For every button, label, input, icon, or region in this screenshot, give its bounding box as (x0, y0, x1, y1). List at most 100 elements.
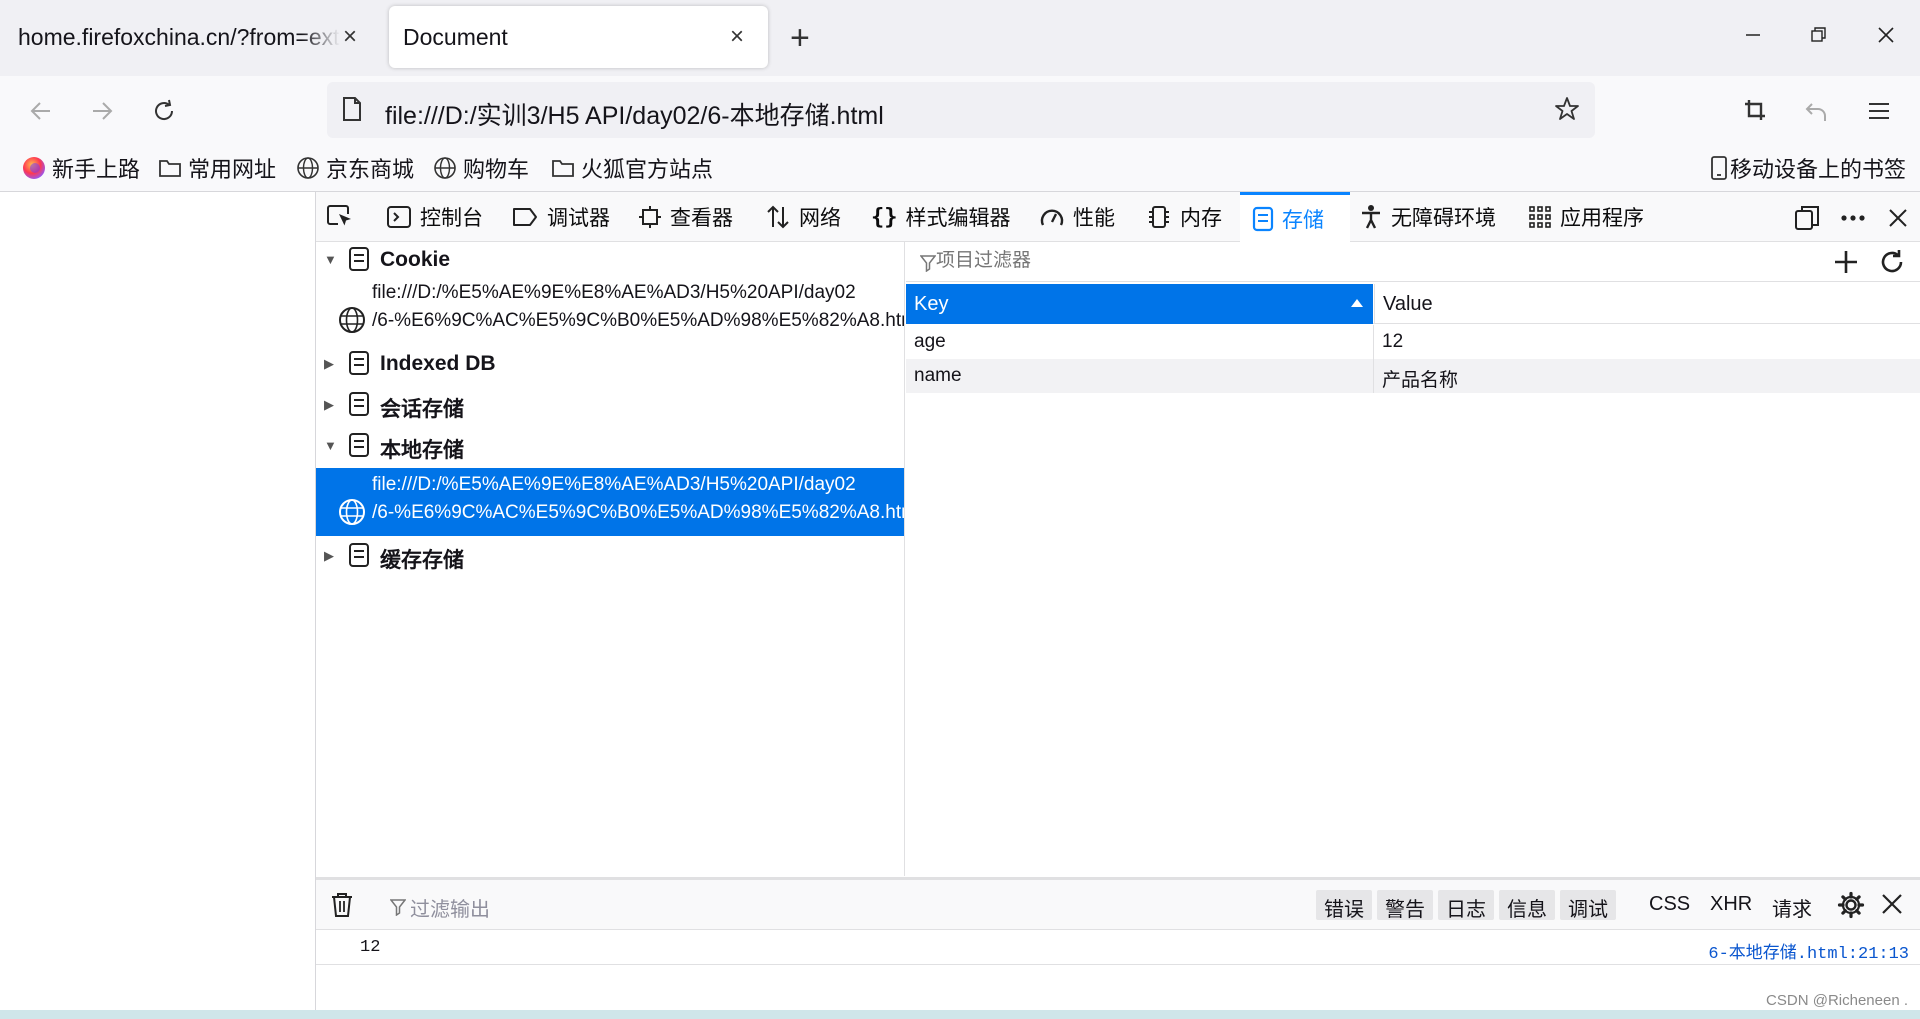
tab-title: Document (403, 23, 508, 50)
devtools-tab-label: 网络 (799, 207, 841, 230)
table-row[interactable]: age 12 (906, 325, 1920, 359)
bookmark-label: 购物车 (463, 157, 530, 182)
devtools-close-icon[interactable] (1884, 204, 1912, 232)
page-icon (341, 96, 363, 122)
filter-debug-button[interactable]: 调试 (1560, 890, 1616, 921)
filter-css-button[interactable]: CSS (1649, 893, 1690, 916)
minimize-icon[interactable] (1740, 22, 1766, 48)
items-filter-input[interactable] (936, 250, 1736, 272)
filter-xhr-button[interactable]: XHR (1710, 893, 1752, 916)
globe-icon (296, 156, 320, 180)
filter-errors-button[interactable]: 错误 (1316, 890, 1372, 921)
console-filter-input[interactable]: 过滤输出 (410, 893, 490, 922)
reload-icon[interactable] (147, 94, 181, 128)
bookmark-label: 新手上路 (52, 157, 141, 182)
column-divider (1373, 359, 1374, 393)
browser-tab-document[interactable]: Document × (389, 6, 768, 68)
devtools-tab-label: 调试器 (547, 207, 610, 230)
sort-ascending-icon (1351, 299, 1363, 307)
bookmark-label: 京东商城 (326, 157, 415, 182)
tab-title: home.firefoxchina.cn/?from=extra_start (18, 23, 340, 50)
back-arrow-icon[interactable] (24, 94, 58, 128)
bookmark-item[interactable]: 京东商城 (296, 153, 414, 183)
url-bar[interactable]: file:///D:/实训3/H5 API/day02/6-本地存储.html (327, 82, 1595, 138)
browser-tab-home[interactable]: home.firefoxchina.cn/?from=extra_start × (0, 6, 375, 68)
devtools-tab-performance[interactable]: 性能 (1039, 192, 1115, 242)
application-icon (1528, 205, 1552, 229)
expanded-arrow-icon[interactable]: ▼ (324, 438, 337, 453)
tree-item-cookie-host[interactable]: file:///D:/%E5%AE%9E%E8%AE%AD3/H5%20API/… (316, 276, 904, 344)
collapsed-arrow-icon[interactable]: ▶ (324, 397, 334, 413)
devtools-tab-storage[interactable]: 存储 (1240, 192, 1350, 242)
url-text[interactable]: file:///D:/实训3/H5 API/day02/6-本地存储.html (385, 96, 884, 132)
debugger-icon (511, 206, 539, 228)
menu-icon[interactable] (1862, 94, 1896, 128)
table-row[interactable]: name 产品名称 (906, 359, 1920, 393)
devtools-tab-network[interactable]: 网络 (765, 192, 841, 242)
devtools-tab-console[interactable]: 控制台 (386, 192, 483, 242)
storage-table-panel: Key Value age 12 name 产品名称 (906, 242, 1920, 876)
tree-category-local-storage[interactable]: ▼ 本地存储 (316, 428, 904, 462)
extension-icon[interactable] (1739, 94, 1773, 128)
memory-icon (1146, 204, 1172, 230)
bookmarks-toolbar: 新手上路 常用网址 京东商城 购物车 火狐官方站点 移动设备上的书签 (0, 146, 1920, 192)
globe-icon (338, 306, 366, 334)
bookmark-label: 移动设备上的书签 (1730, 157, 1907, 182)
expanded-arrow-icon[interactable]: ▼ (324, 252, 337, 267)
bookmark-item[interactable]: 购物车 (433, 153, 529, 183)
filter-logs-button[interactable]: 日志 (1438, 890, 1494, 921)
column-header-key[interactable]: Key (906, 284, 1373, 324)
new-tab-button[interactable]: + (790, 21, 810, 55)
element-picker-button[interactable] (326, 192, 362, 242)
devtools-tab-debugger[interactable]: 调试器 (511, 192, 610, 242)
console-source-link[interactable]: 6-本地存储.html:21:13 (1708, 938, 1909, 964)
storage-category-icon (348, 391, 370, 417)
tree-item-local-storage-host[interactable]: file:///D:/%E5%AE%9E%E8%AE%AD3/H5%20API/… (316, 468, 904, 536)
cell-key: name (914, 365, 962, 386)
devtools-tab-label: 无障碍环境 (1391, 207, 1496, 230)
cell-key: age (914, 331, 946, 352)
forward-arrow-icon[interactable] (85, 94, 119, 128)
devtools-tab-memory[interactable]: 内存 (1146, 192, 1222, 242)
devtools-panel: 控制台 调试器 查看器 网络 {} 样式编辑器 性能 内存 存储 无障碍环境 应… (315, 192, 1920, 1019)
more-options-icon[interactable] (1839, 204, 1867, 232)
console-close-icon[interactable] (1881, 893, 1903, 915)
filter-info-button[interactable]: 信息 (1499, 890, 1555, 921)
storage-category-icon (348, 350, 370, 376)
tab-close-icon[interactable]: × (343, 23, 357, 51)
devtools-tab-application[interactable]: 应用程序 (1528, 192, 1644, 242)
tab-close-icon[interactable]: × (730, 23, 744, 51)
refresh-icon[interactable] (1878, 248, 1906, 276)
trash-icon[interactable] (330, 891, 354, 919)
tree-category-session-storage[interactable]: ▶ 会话存储 (316, 387, 904, 421)
filter-warnings-button[interactable]: 警告 (1377, 890, 1433, 921)
devtools-tab-style-editor[interactable]: {} 样式编辑器 (871, 192, 1011, 242)
tree-category-cookie[interactable]: ▼ Cookie (316, 242, 904, 276)
dock-side-icon[interactable] (1793, 204, 1821, 232)
devtools-tab-inspector[interactable]: 查看器 (638, 192, 733, 242)
filter-icon (920, 254, 936, 272)
filter-requests-button[interactable]: 请求 (1772, 893, 1812, 922)
bookmark-folder[interactable]: 常用网址 (158, 153, 276, 183)
restore-icon[interactable] (1806, 22, 1832, 48)
close-icon[interactable] (1873, 22, 1899, 48)
cell-value: 产品名称 (1382, 370, 1459, 391)
column-header-value[interactable]: Value (1374, 284, 1920, 324)
bookmark-label: 火狐官方站点 (581, 157, 714, 182)
bookmark-star-icon[interactable] (1553, 95, 1581, 123)
devtools-tab-accessibility[interactable]: 无障碍环境 (1359, 192, 1496, 242)
collapsed-arrow-icon[interactable]: ▶ (324, 356, 334, 372)
tree-category-indexeddb[interactable]: ▶ Indexed DB (316, 346, 904, 380)
collapsed-arrow-icon[interactable]: ▶ (324, 548, 334, 564)
bookmark-item[interactable]: 新手上路 (22, 153, 140, 183)
bookmark-folder[interactable]: 火狐官方站点 (551, 153, 713, 183)
split-console: 过滤输出 错误 警告 日志 信息 调试 CSS XHR 请求 12 6-本地存储… (316, 877, 1920, 1019)
undo-icon[interactable] (1800, 94, 1834, 128)
mobile-bookmarks[interactable]: 移动设备上的书签 (1710, 153, 1906, 183)
tree-category-cache-storage[interactable]: ▶ 缓存存储 (316, 538, 904, 572)
cell-value: 12 (1382, 331, 1404, 352)
devtools-tab-label: 控制台 (420, 207, 483, 230)
storage-category-icon (348, 432, 370, 458)
gear-icon[interactable] (1837, 891, 1865, 919)
add-item-icon[interactable] (1832, 248, 1860, 276)
